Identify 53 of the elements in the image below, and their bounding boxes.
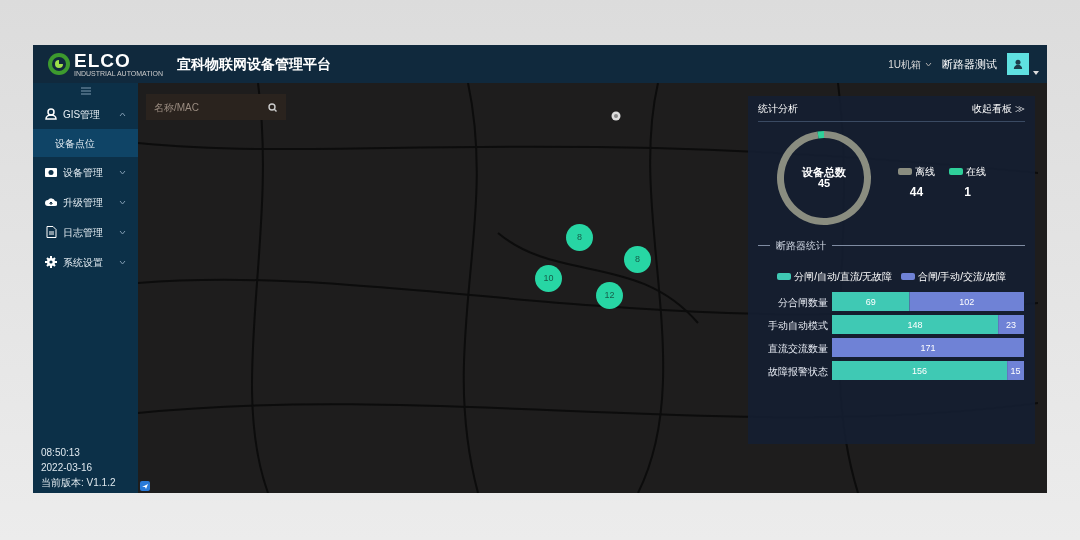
legend-label: 分闸/自动/直流/无故障 — [794, 270, 893, 284]
donut-slice — [777, 131, 871, 225]
user-icon — [1013, 58, 1023, 70]
version-text: 当前版本: V1.1.2 — [41, 476, 117, 490]
category-label: 手动自动模式 — [768, 319, 828, 331]
sidebar-subitem[interactable]: 设备点位 — [33, 129, 138, 157]
map-logo-icon — [140, 481, 150, 491]
clock-time: 08:50:13 — [41, 446, 81, 460]
search-icon[interactable] — [268, 103, 277, 112]
bar-value-label: 23 — [1006, 319, 1017, 330]
bar-value-label: 69 — [865, 296, 876, 307]
panel-title: 统计分析 — [758, 102, 798, 116]
page-title: 宜科物联网设备管理平台 — [176, 54, 331, 74]
category-label: 故障报警状态 — [768, 365, 828, 377]
collapse-link[interactable]: 收起看板 ≫ — [972, 101, 1025, 116]
cloud-upload-icon — [45, 196, 57, 208]
sidebar-item[interactable]: GIS管理 — [33, 99, 138, 129]
legend-swatch — [949, 167, 963, 175]
document-icon — [45, 226, 57, 238]
category-label: 直流交流数量 — [768, 342, 828, 354]
clock-date: 2022-03-16 — [41, 461, 94, 475]
logo-wordmark: ELCO — [74, 51, 132, 70]
sidebar-item[interactable]: 设备管理 — [33, 157, 138, 187]
user-icon — [45, 108, 57, 120]
map-marker-icon — [611, 111, 621, 121]
caret-icon — [1033, 71, 1039, 75]
bar-value-label: 156 — [912, 365, 928, 376]
bar-value-label: 171 — [920, 342, 936, 353]
legend-label: 在线 — [966, 164, 986, 179]
legend-value: 44 — [908, 183, 925, 201]
donut-slice — [817, 131, 824, 139]
category-label: 分合闸数量 — [778, 296, 828, 308]
user-name: 断路器测试 — [942, 56, 997, 72]
caret-icon — [925, 61, 932, 67]
bar-value-label: 148 — [907, 319, 923, 330]
legend-label: 合闸/手动/交流/故障 — [917, 270, 1006, 284]
donut-center-value: 45 — [817, 178, 831, 189]
search-field[interactable]: 名称/MAC — [146, 94, 286, 120]
sidebar-item[interactable]: 日志管理 — [33, 217, 138, 247]
sidebar-item[interactable]: 系统设置 — [33, 247, 138, 277]
avatar-button[interactable] — [1007, 53, 1029, 75]
bar-value-label: 15 — [1010, 365, 1021, 376]
donut-center-label: 设备总数 — [802, 167, 846, 178]
device-dropdown[interactable]: 1U机箱 — [888, 56, 932, 72]
legend-swatch — [898, 167, 912, 175]
bar-value-label: 102 — [959, 296, 975, 307]
sidebar-item[interactable]: 升级管理 — [33, 187, 138, 217]
logo-icon — [47, 52, 71, 76]
camera-icon — [45, 166, 57, 178]
legend-label: 离线 — [915, 164, 935, 179]
section-title: 断路器统计 — [776, 239, 826, 253]
legend-value: 1 — [963, 183, 972, 201]
settings-icon — [45, 256, 57, 268]
